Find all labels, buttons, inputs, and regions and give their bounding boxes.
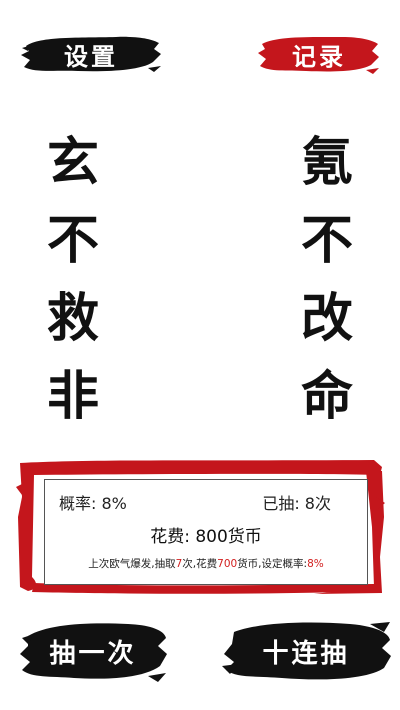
last-burst-cost: 700 — [217, 558, 238, 570]
records-label: 记录 — [292, 41, 346, 71]
probability-text: 概率: 8% — [59, 494, 127, 513]
stats-box: 概率: 8% 已抽: 8次 花费: 800货币 上次欧气爆发,抽取7次,花费70… — [44, 479, 368, 585]
slogan-char: 不 — [46, 209, 99, 271]
slogan-right-column: 氪 不 改 命 — [292, 118, 362, 430]
last-burst-text: 上次欧气爆发,抽取7次,花费700货币,设定概率:8% — [88, 558, 324, 570]
slogan-char: 氪 — [300, 131, 353, 193]
draw-ten-label: 十连抽 — [262, 638, 350, 669]
slogan-char: 救 — [46, 287, 99, 349]
draw-once-button[interactable]: 抽一次 — [18, 618, 168, 684]
slogan-char: 改 — [300, 287, 353, 349]
cost-text: 花费: 800货币 — [150, 527, 262, 547]
last-burst-rate: 8% — [307, 558, 324, 570]
slogan-char: 命 — [300, 365, 353, 427]
slogan-char: 玄 — [46, 131, 99, 193]
draw-once-label: 抽一次 — [49, 638, 137, 669]
stats-panel: 概率: 8% 已抽: 8次 花费: 800货币 上次欧气爆发,抽取7次,花费70… — [14, 457, 386, 597]
slogan-char: 非 — [46, 365, 99, 427]
draw-ten-button[interactable]: 十连抽 — [220, 618, 392, 684]
draw-count-text: 已抽: 8次 — [262, 494, 331, 513]
settings-button[interactable]: 设置 — [20, 32, 162, 76]
slogan-char: 不 — [300, 209, 353, 271]
slogan-left-column: 玄 不 救 非 — [38, 118, 108, 430]
records-button[interactable]: 记录 — [258, 32, 380, 76]
settings-label: 设置 — [64, 41, 118, 71]
